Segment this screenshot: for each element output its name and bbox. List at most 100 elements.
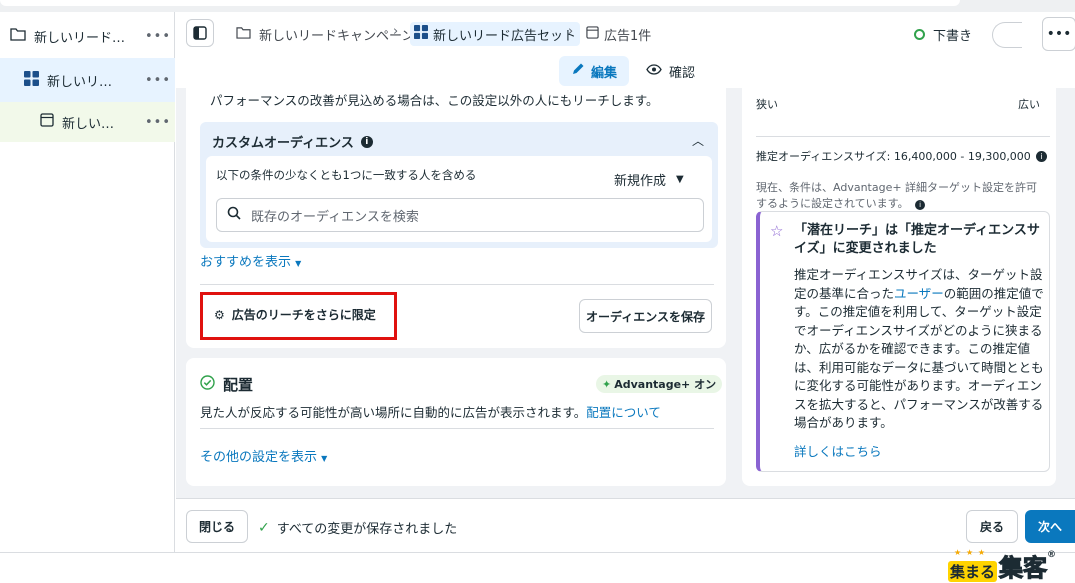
advantage-badge-label: Advantage+ オン: [614, 378, 717, 391]
advantage-badge: ✦ Advantage+ オン: [596, 375, 723, 393]
info-icon[interactable]: i: [1035, 150, 1047, 162]
tab-review[interactable]: 確認: [646, 56, 695, 86]
eye-icon: [646, 63, 662, 79]
placement-description: 見た人が反応する可能性が高い場所に自動的に広告が表示されます。配置について: [200, 402, 661, 421]
breadcrumb-label: 新しいリードキャンペーン: [259, 28, 415, 44]
more-options-icon[interactable]: •••: [145, 73, 175, 88]
chevron-right-icon: ›: [568, 24, 574, 39]
narrow-label: 狭い: [756, 98, 778, 111]
audience-card: パフォーマンスの改善が見込める場合は、この設定以外の人にもリーチします。 カスタ…: [186, 88, 726, 348]
sidebar-item-campaign[interactable]: 新しいリード… •••: [0, 14, 175, 58]
more-options-icon[interactable]: •••: [145, 29, 175, 44]
main-content: パフォーマンスの改善が見込める場合は、この設定以外の人にもリーチします。 カスタ…: [176, 88, 1075, 498]
info-body-text: の範囲の推定値です。この推定値を利用して、ターゲット設定でオーディエンスサイズが…: [794, 285, 1044, 431]
caret-down-icon: ▼: [321, 454, 328, 463]
top-bar: 新しいリードキャンペーン › 新しいリード広告セット › 広告1件 下書き ••…: [176, 12, 1075, 56]
grid-icon: [414, 25, 428, 43]
collapse-icon[interactable]: ︿: [692, 132, 704, 149]
save-audience-button[interactable]: オーディエンスを保存: [579, 299, 712, 333]
new-create-dropdown[interactable]: 新規作成 ▼: [614, 170, 684, 189]
audience-note: パフォーマンスの改善が見込める場合は、この設定以外の人にもリーチします。: [210, 93, 659, 108]
logo-small-text: 集まる: [948, 561, 998, 582]
placement-title: 配置: [200, 374, 253, 395]
back-button[interactable]: 戻る: [966, 510, 1018, 543]
learn-more-link[interactable]: 詳しくはこちら: [794, 441, 882, 460]
placement-title-text: 配置: [223, 376, 254, 394]
stars-decoration: ★ ★ ★: [954, 548, 987, 557]
registered-mark: ®: [1047, 550, 1057, 560]
divider: [200, 428, 714, 429]
gear-icon: ⚙: [214, 307, 225, 322]
breadcrumb-label: 新しいリード広告セット: [433, 28, 577, 44]
more-options-icon[interactable]: •••: [145, 115, 175, 130]
panel-icon: [193, 26, 207, 40]
placement-description-text: 見た人が反応する可能性が高い場所に自動的に広告が表示されます。: [200, 405, 587, 420]
sparkle-icon: ✦: [602, 377, 612, 391]
placement-link[interactable]: 配置について: [586, 405, 661, 420]
info-body: 推定オーディエンスサイズは、ターゲット設定の基準に合ったユーザーの範囲の推定値で…: [794, 266, 1046, 433]
show-other-settings-link[interactable]: その他の設定を表示 ▼: [200, 446, 327, 465]
caret-down-icon: ▼: [295, 259, 302, 268]
audience-search-input[interactable]: 既存のオーディエンスを検索: [216, 198, 704, 232]
caret-down-icon: ▼: [676, 174, 684, 185]
logo-big-text: 集客: [999, 554, 1048, 583]
folder-icon: [236, 26, 251, 43]
search-placeholder: 既存のオーディエンスを検索: [251, 209, 419, 225]
sidebar-item-ad[interactable]: 新しい… •••: [0, 102, 175, 142]
info-message-box: ☆ 「潜在リーチ」は「推定オーディエンスサイズ」に変更されました 推定オーディエ…: [756, 211, 1050, 472]
custom-audience-title: カスタムオーディエンス i: [212, 132, 373, 151]
sidebar-item-label: 新しいリ…: [47, 74, 113, 90]
mode-tabs: 編集 確認: [176, 56, 1075, 88]
breadcrumb-adset[interactable]: 新しいリード広告セット: [410, 22, 581, 46]
toggle-panel-button[interactable]: [186, 19, 214, 47]
breadcrumb-ad[interactable]: 広告1件: [586, 22, 651, 46]
breadcrumb-campaign[interactable]: 新しいリードキャンペーン: [236, 22, 414, 46]
sidebar: 新しいリード… ••• 新しいリ… ••• 新しい… •••: [0, 12, 175, 552]
chevron-right-icon: ›: [393, 24, 399, 39]
footer-bar: 閉じる ✓ すべての変更が保存されました 戻る 次へ: [176, 498, 1075, 552]
limit-reach-button[interactable]: ⚙ 広告のリーチをさらに限定: [214, 306, 376, 323]
draft-status-icon: [914, 29, 925, 40]
current-note-text: 現在、条件は、Advantage+ 詳細ターゲット設定を許可するように設定されて…: [756, 181, 1038, 210]
custom-audience-box: 以下の条件の少なくとも1つに一致する人を含める 新規作成 ▼ 既存のオーディエン…: [206, 156, 712, 242]
show-recommendations-link[interactable]: おすすめを表示 ▼: [200, 251, 301, 270]
ad-icon: [586, 25, 599, 43]
divider: [200, 284, 714, 285]
estimated-size-text: 推定オーディエンスサイズ: 16,400,000 - 19,300,000: [756, 150, 1031, 163]
tab-review-label: 確認: [669, 65, 696, 81]
tab-edit[interactable]: 編集: [559, 56, 629, 86]
sidebar-item-label: 新しい…: [62, 116, 115, 132]
save-status: ✓ すべての変更が保存されました: [258, 518, 458, 538]
grid-icon: [24, 70, 39, 90]
ad-icon: [40, 113, 54, 131]
next-button[interactable]: 次へ: [1025, 510, 1075, 543]
draft-label: 下書き: [933, 29, 973, 44]
close-button[interactable]: 閉じる: [186, 510, 248, 543]
checkmark-icon: ✓: [258, 519, 270, 536]
top-strip: [0, 0, 1075, 12]
condition-text: 以下の条件の少なくとも1つに一致する人を含める: [216, 168, 477, 182]
recommend-label: おすすめを表示: [200, 255, 292, 270]
sidebar-item-adset[interactable]: 新しいリ… •••: [0, 58, 175, 102]
new-create-label: 新規作成: [614, 174, 667, 189]
custom-audience-title-text: カスタムオーディエンス: [212, 136, 354, 151]
limit-reach-label: 広告のリーチをさらに限定: [231, 308, 376, 322]
user-link[interactable]: ユーザー: [894, 286, 944, 301]
info-icon[interactable]: i: [915, 200, 926, 210]
folder-icon: [10, 27, 26, 45]
partial-control[interactable]: [992, 22, 1022, 48]
check-circle-icon: [200, 375, 215, 394]
sidebar-item-label: 新しいリード…: [34, 30, 126, 46]
current-setting-note: 現在、条件は、Advantage+ 詳細ターゲット設定を許可するように設定されて…: [756, 180, 1046, 212]
search-icon: [227, 206, 241, 224]
audience-estimate-card: 狭い 広い 推定オーディエンスサイズ: 16,400,000 - 19,300,…: [742, 88, 1056, 486]
tab-edit-label: 編集: [590, 65, 617, 81]
more-options-button[interactable]: •••: [1042, 17, 1075, 51]
info-icon[interactable]: i: [360, 135, 373, 148]
estimated-audience-size: 推定オーディエンスサイズ: 16,400,000 - 19,300,000 i: [756, 148, 1047, 164]
star-icon: ☆: [770, 222, 784, 240]
other-settings-label: その他の設定を表示: [200, 450, 318, 465]
draft-status: 下書き: [914, 25, 972, 44]
save-status-text: すべての変更が保存されました: [276, 522, 458, 537]
wide-label: 広い: [1018, 98, 1040, 111]
